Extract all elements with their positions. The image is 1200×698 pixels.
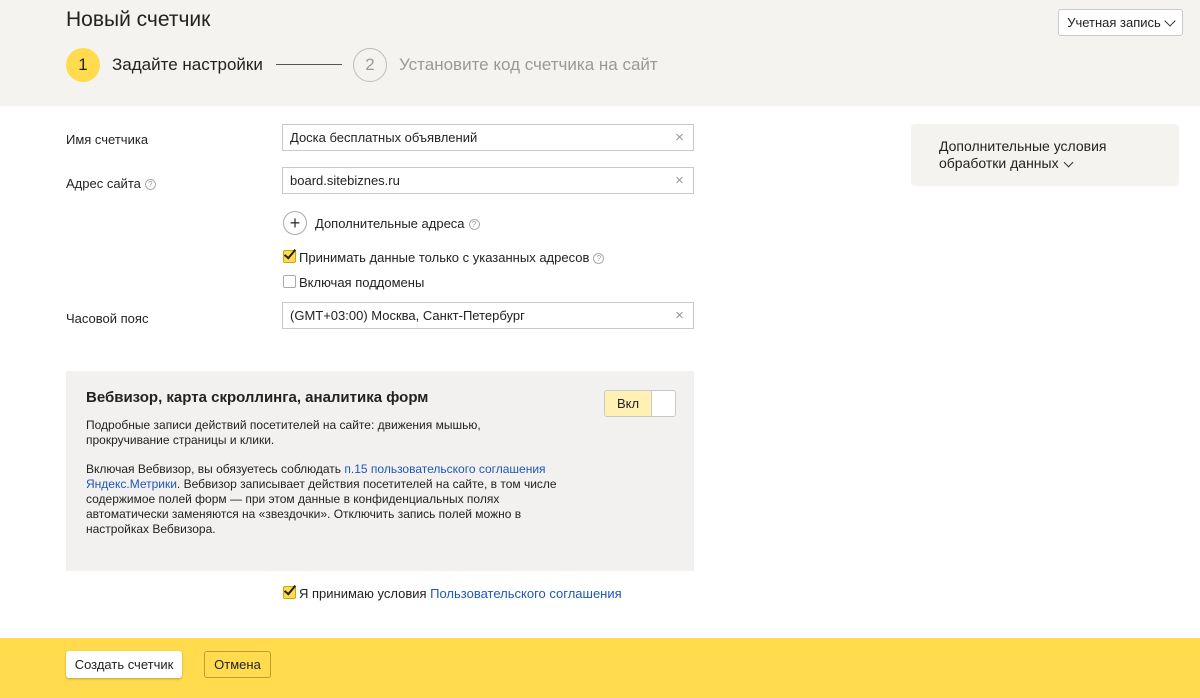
chevron-down-icon xyxy=(1063,157,1074,168)
counter-name-value: Доска бесплатных объявлений xyxy=(290,130,478,145)
include-subdomains-label: Включая поддомены xyxy=(299,275,425,290)
toggle-knob xyxy=(651,391,675,416)
clear-icon[interactable]: × xyxy=(673,173,686,188)
only-specified-checkbox[interactable] xyxy=(283,246,297,263)
cancel-button[interactable]: Отмена xyxy=(204,651,271,678)
agreement-row: Я принимаю условия Пользовательского сог… xyxy=(299,586,622,601)
create-counter-button[interactable]: Создать счетчик xyxy=(66,651,182,678)
help-icon[interactable]: ? xyxy=(468,219,480,231)
include-subdomains-checkbox[interactable] xyxy=(283,275,296,288)
step-1-indicator: 1 xyxy=(66,48,100,82)
site-address-input[interactable]: board.sitebiznes.ru × xyxy=(282,167,694,194)
add-address-button[interactable]: + xyxy=(283,211,307,235)
check-icon xyxy=(283,246,297,260)
help-icon[interactable]: ? xyxy=(144,179,156,191)
counter-name-input[interactable]: Доска бесплатных объявлений × xyxy=(282,124,694,151)
step-1-label: Задайте настройки xyxy=(112,55,263,74)
only-specified-row: Принимать данные только с указанных адре… xyxy=(299,250,605,265)
additional-addresses-row[interactable]: Дополнительные адреса? xyxy=(315,216,480,231)
counter-name-label: Имя счетчика xyxy=(66,132,149,147)
webvisor-description: Подробные записи действий посетителей на… xyxy=(86,418,481,447)
chevron-down-icon xyxy=(1164,14,1176,27)
site-address-value: board.sitebiznes.ru xyxy=(290,173,400,188)
agreement-prefix: Я принимаю условия xyxy=(299,586,431,601)
timezone-value: (GMT+03:00) Москва, Санкт-Петербург xyxy=(290,308,525,323)
data-processing-conditions-toggle[interactable]: Дополнительные условия обработки данных xyxy=(911,124,1179,186)
user-agreement-link[interactable]: Пользовательского соглашения xyxy=(430,586,622,601)
check-icon xyxy=(283,582,297,596)
step-2-indicator: 2 xyxy=(353,48,387,82)
additional-addresses-label: Дополнительные адреса xyxy=(315,216,465,231)
step-connector xyxy=(276,64,342,65)
webvisor-toggle[interactable]: Вкл xyxy=(604,390,676,417)
step-2-label: Установите код счетчика на сайт xyxy=(399,55,658,74)
clear-icon[interactable]: × xyxy=(673,130,686,145)
site-address-label: Адрес сайта xyxy=(66,176,141,191)
only-specified-label: Принимать данные только с указанных адре… xyxy=(299,250,590,265)
webvisor-terms-prefix: Включая Вебвизор, вы обязуетесь соблюдат… xyxy=(86,462,345,476)
side-panel-line2: обработки данных xyxy=(939,155,1059,171)
help-icon[interactable]: ? xyxy=(593,253,605,265)
timezone-select[interactable]: (GMT+03:00) Москва, Санкт-Петербург × xyxy=(282,302,694,329)
webvisor-panel: Вебвизор, карта скроллинга, аналитика фо… xyxy=(66,371,694,571)
side-panel-line1: Дополнительные условия xyxy=(939,138,1107,154)
page-title: Новый счетчик xyxy=(66,8,211,31)
account-button[interactable]: Учетная запись xyxy=(1058,9,1183,36)
timezone-label: Часовой пояс xyxy=(66,311,149,326)
agreement-checkbox[interactable] xyxy=(283,582,297,599)
clear-icon[interactable]: × xyxy=(673,308,686,323)
webvisor-terms: Включая Вебвизор, вы обязуетесь соблюдат… xyxy=(86,462,576,537)
site-address-label-row: Адрес сайта? xyxy=(66,176,156,191)
account-button-label: Учетная запись xyxy=(1067,15,1161,30)
webvisor-title: Вебвизор, карта скроллинга, аналитика фо… xyxy=(86,389,429,406)
webvisor-toggle-label: Вкл xyxy=(605,391,651,416)
